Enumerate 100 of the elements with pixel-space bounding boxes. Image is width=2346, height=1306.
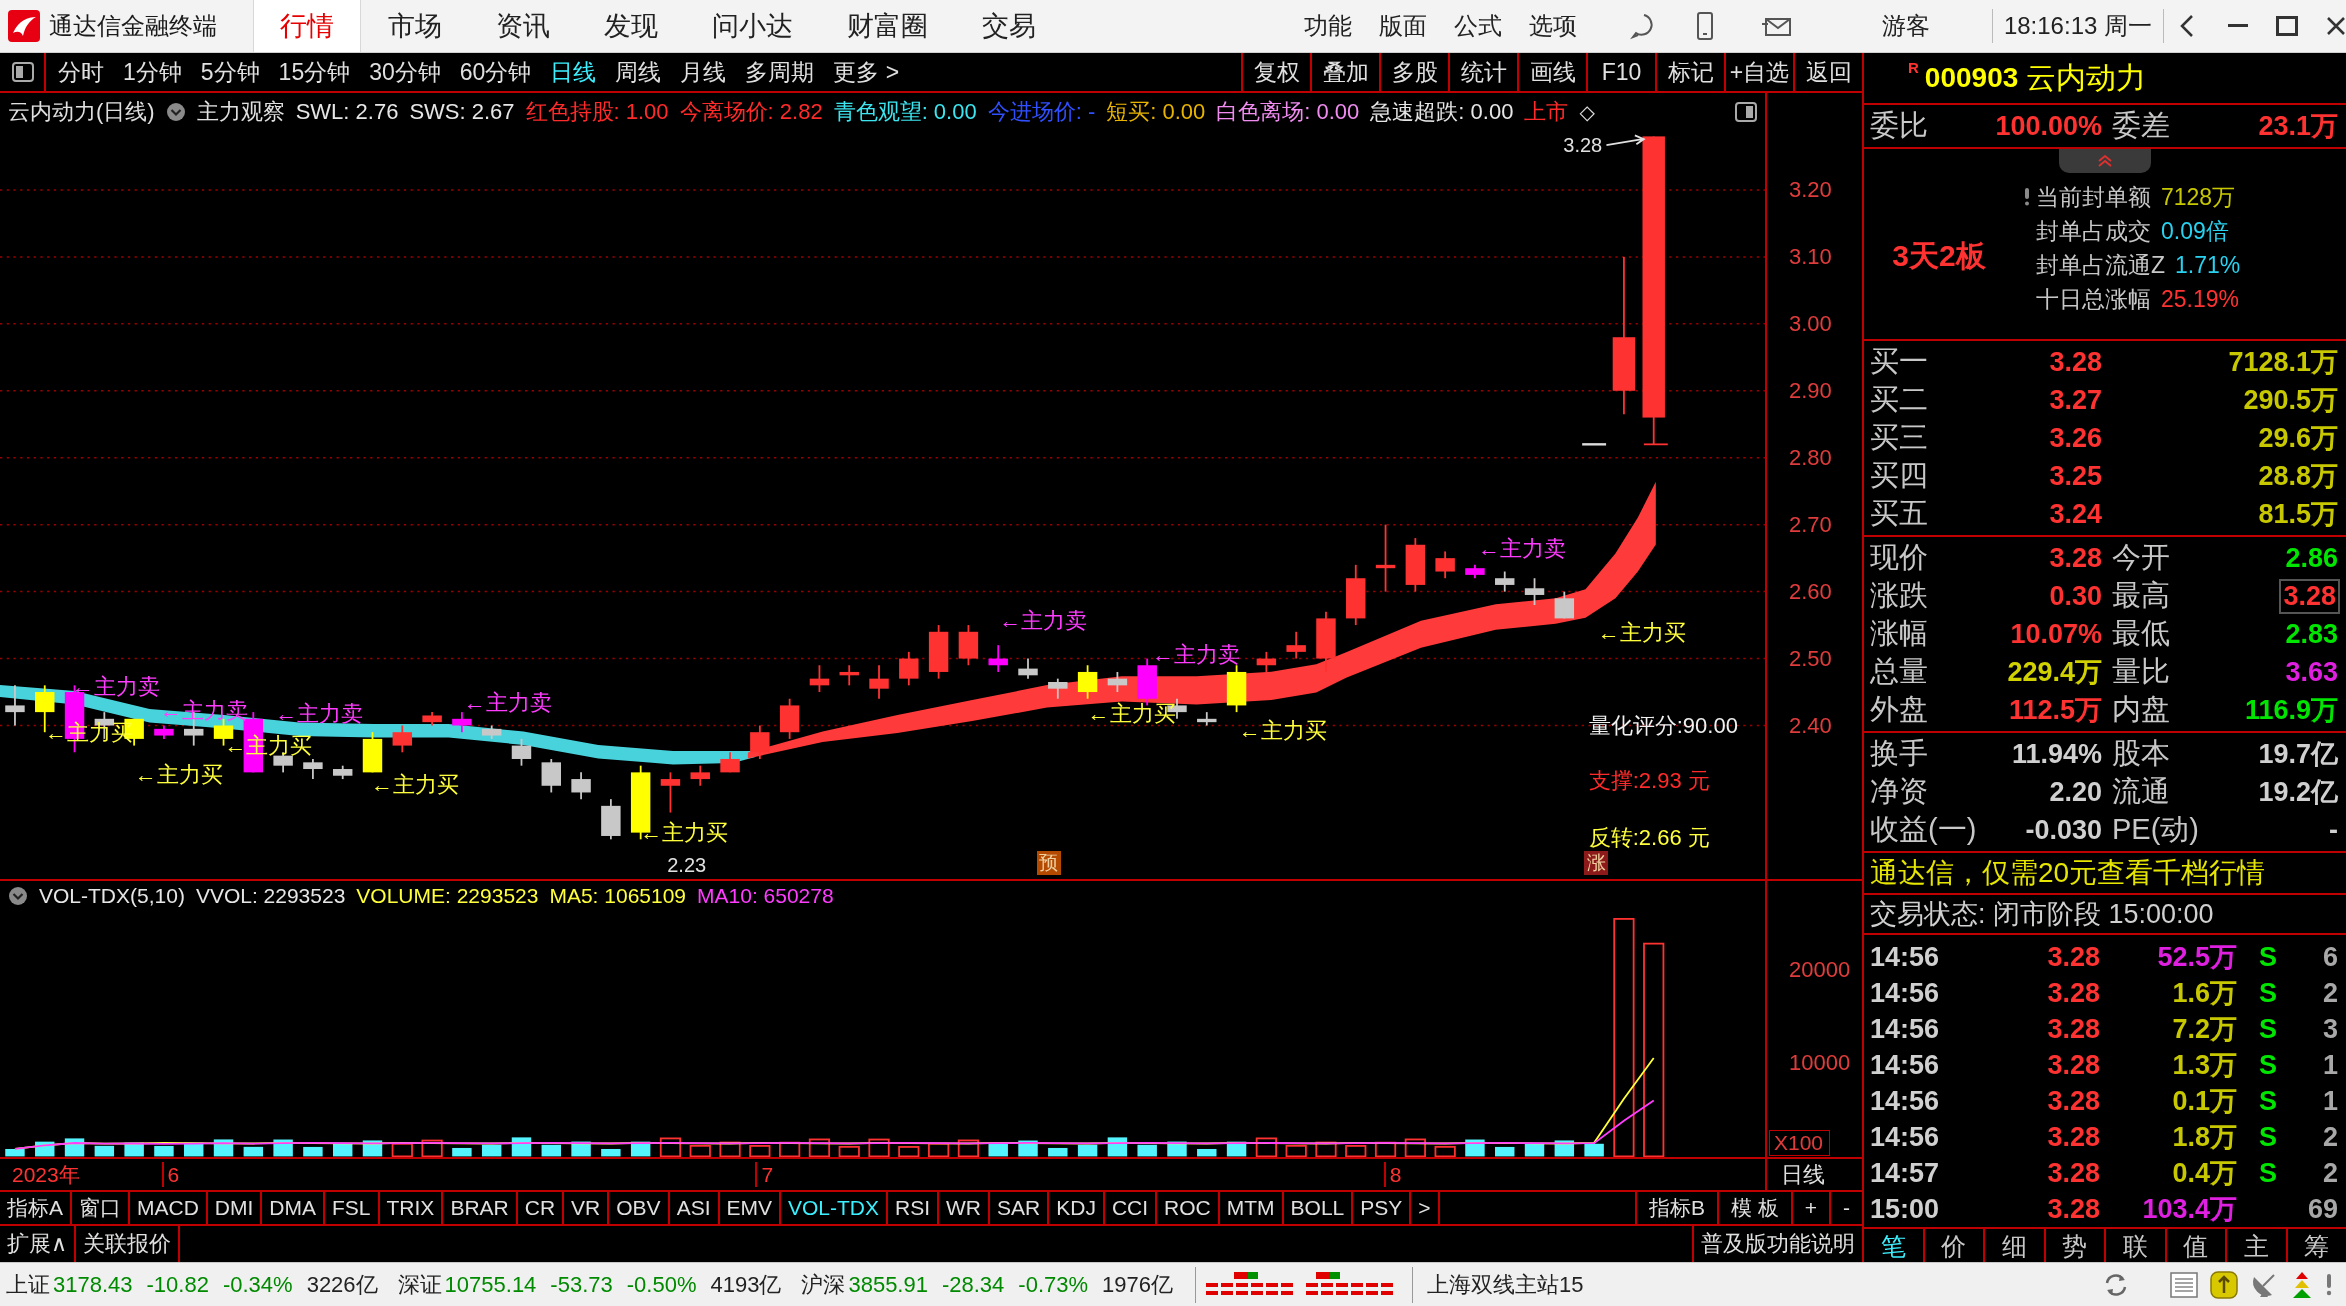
indicator-tab[interactable]: ASI: [669, 1192, 720, 1224]
indicator-tab[interactable]: SAR: [990, 1192, 1050, 1224]
coin-icon[interactable]: [2210, 1270, 2238, 1299]
toolbar-button[interactable]: -: [1829, 1192, 1862, 1224]
dropdown-icon[interactable]: [165, 102, 186, 122]
indicator-tab[interactable]: OBV: [609, 1192, 670, 1224]
indicator-tab[interactable]: PSY: [1353, 1192, 1412, 1224]
indicator-tab[interactable]: BRAR: [443, 1192, 518, 1224]
indicator-tab[interactable]: ROC: [1157, 1192, 1220, 1224]
tick-price: 3.28: [2046, 1121, 2100, 1153]
axis-label: 2.90: [1789, 377, 1832, 404]
period-tab[interactable]: 多周期: [745, 56, 815, 88]
period-tab[interactable]: 月线: [680, 56, 727, 88]
trade-status: 交易状态: 闭市阶段 15:00:00: [1870, 898, 2214, 931]
toolbar-button[interactable]: 返回: [1793, 53, 1862, 91]
minimize-icon[interactable]: [2228, 24, 2248, 28]
more-button[interactable]: >: [1411, 1192, 1440, 1224]
nav-tab[interactable]: 市场: [361, 0, 469, 52]
period-tab[interactable]: 分时: [58, 56, 104, 88]
toolbar-button[interactable]: 标记: [1655, 53, 1724, 91]
index-turnover: 3226亿: [306, 1270, 378, 1299]
dropdown-icon[interactable]: [8, 886, 28, 906]
tick-side: S: [2259, 1049, 2277, 1080]
bid-price: 3.27: [2048, 384, 2102, 416]
collapse-button[interactable]: [2059, 149, 2151, 173]
indicator-tab[interactable]: VR: [564, 1192, 610, 1224]
menu-item[interactable]: 选项: [1528, 10, 1577, 42]
maximize-icon[interactable]: [2276, 16, 2298, 36]
more-button[interactable]: 更多 >: [833, 56, 900, 88]
field-label: 流通: [2112, 774, 2170, 809]
field-value: 11.94%: [2010, 738, 2102, 770]
indicator-tab[interactable]: CR: [517, 1192, 565, 1224]
period-tab[interactable]: 日线: [550, 56, 597, 88]
indicator-readout: VVOL: 2293523: [195, 884, 346, 908]
indicator-tab[interactable]: RSI: [888, 1192, 940, 1224]
toolbar-button[interactable]: 统计: [1448, 53, 1517, 91]
toolbar-button[interactable]: 画线: [1517, 53, 1586, 91]
server-label[interactable]: 上海双线主站15: [1427, 1269, 1584, 1300]
promo-link[interactable]: 通达信，仅需20元查看千档行情: [1870, 854, 2266, 892]
indicator-tab[interactable]: VOL-TDX: [781, 1192, 889, 1224]
menu-item[interactable]: 功能: [1303, 10, 1352, 42]
toolbar-button[interactable]: 窗口: [72, 1192, 130, 1224]
toolbar-button[interactable]: +: [1790, 1192, 1829, 1224]
back-icon[interactable]: [2180, 14, 2194, 38]
index-percent: -0.73%: [1018, 1271, 1089, 1298]
bid-price: 3.24: [2048, 498, 2102, 530]
phone-icon[interactable]: [1695, 12, 1714, 40]
field-value: 0.30: [2049, 580, 2102, 612]
field-value: 19.7亿: [2257, 738, 2338, 771]
indicator-tab[interactable]: WR: [939, 1192, 991, 1224]
toolbar-button[interactable]: 多股: [1379, 53, 1448, 91]
indicator-tab[interactable]: DMI: [207, 1192, 263, 1224]
indicator-tab[interactable]: FSL: [325, 1192, 380, 1224]
toolbar-button[interactable]: +自选: [1724, 53, 1793, 91]
nav-tab[interactable]: 行情: [253, 0, 361, 52]
nav-tab[interactable]: 问小达: [685, 0, 820, 52]
indicator-tab[interactable]: MTM: [1219, 1192, 1284, 1224]
period-tab[interactable]: 周线: [615, 56, 662, 88]
tick-price: 3.28: [2046, 1085, 2100, 1117]
index-name: 上证: [6, 1270, 50, 1299]
indicator-tab[interactable]: BOLL: [1283, 1192, 1354, 1224]
axis-label: 2.70: [1789, 511, 1832, 538]
panel-toggle-icon[interactable]: [1735, 102, 1757, 122]
field-label: 总量: [1870, 654, 1928, 689]
period-tab[interactable]: 30分钟: [369, 56, 441, 88]
nav-tab[interactable]: 交易: [955, 0, 1063, 52]
bid-price: 3.25: [2048, 460, 2102, 492]
tick-side: S: [2259, 1157, 2277, 1188]
menu-item[interactable]: 公式: [1453, 10, 1502, 42]
nav-tab[interactable]: 发现: [577, 0, 685, 52]
field-value: 3.63: [2285, 656, 2338, 688]
period-tab[interactable]: 1分钟: [123, 56, 182, 88]
toolbar-button[interactable]: 指标A: [0, 1192, 72, 1224]
nav-tab[interactable]: 财富圈: [820, 0, 955, 52]
indicator-tab[interactable]: KDJ: [1049, 1192, 1105, 1224]
period-tab[interactable]: 15分钟: [278, 56, 351, 88]
indicator-tab[interactable]: TRIX: [379, 1192, 444, 1224]
panel-tab[interactable]: 筹: [2287, 1229, 2346, 1263]
indicator-tab[interactable]: DMA: [262, 1192, 326, 1224]
menu-item[interactable]: 版面: [1378, 10, 1427, 42]
toolbar-button[interactable]: 叠加: [1310, 53, 1379, 91]
exclamation-icon[interactable]: [2326, 1273, 2332, 1296]
period-tab[interactable]: 5分钟: [200, 56, 260, 88]
toolbar-button[interactable]: 复权: [1241, 53, 1310, 91]
sidebar-toggle-icon[interactable]: [12, 62, 34, 82]
more-button[interactable]: ◇: [1579, 100, 1595, 124]
nav-tab[interactable]: 资讯: [469, 0, 577, 52]
toolbar-button[interactable]: 指标B: [1634, 1192, 1717, 1224]
indicator-tab[interactable]: CCI: [1104, 1192, 1158, 1224]
indicator-tab[interactable]: MACD: [130, 1192, 208, 1224]
field-label: 最高: [2112, 578, 2170, 613]
period-tab[interactable]: 60分钟: [459, 56, 532, 88]
toolbar-button[interactable]: F10: [1586, 53, 1655, 91]
close-icon[interactable]: [2326, 16, 2346, 36]
toolbar-button[interactable]: 模 板: [1716, 1192, 1791, 1224]
user-button[interactable]: 游客: [1881, 10, 1930, 42]
tick-volume: 1.6万: [2171, 977, 2237, 1010]
field-value: 10.07%: [2010, 618, 2102, 650]
list-icon[interactable]: [2170, 1270, 2198, 1299]
indicator-tab[interactable]: EMV: [719, 1192, 781, 1224]
